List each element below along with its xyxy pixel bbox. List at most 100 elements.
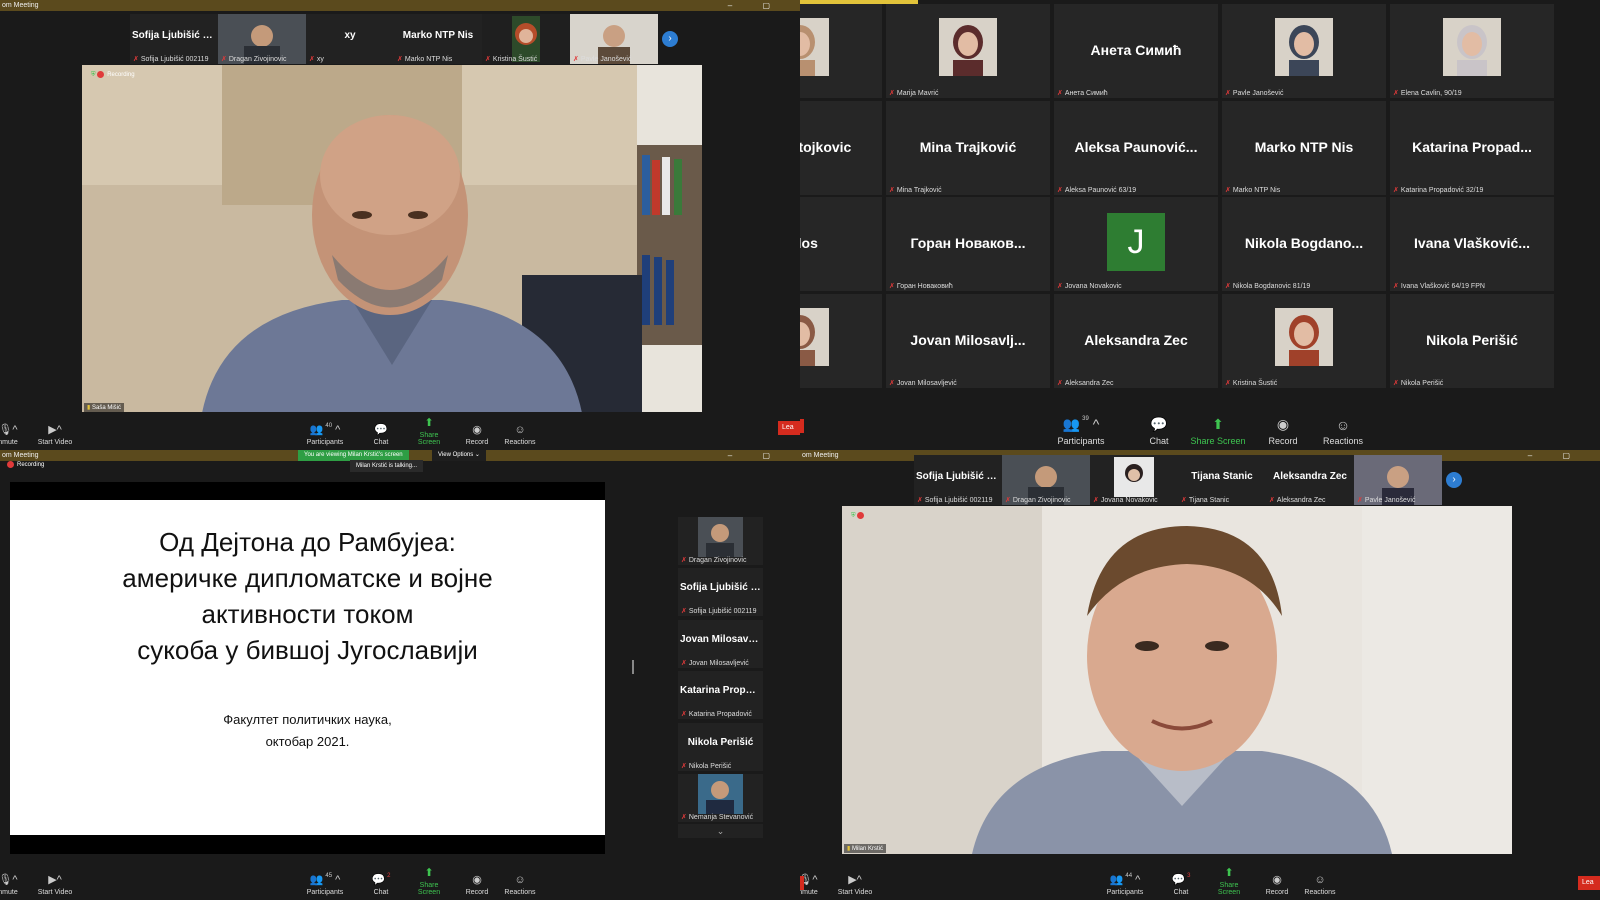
gallery-tile[interactable]: Milos✗s	[800, 197, 882, 291]
participant-name: Aleksandra Zec	[1273, 471, 1347, 482]
muted-mic-icon: ✗	[681, 814, 687, 821]
participant-video	[800, 307, 829, 366]
chevron-down-icon[interactable]: ⌄	[678, 824, 763, 838]
reactions-button[interactable]: ☺ Reactions	[1317, 417, 1369, 446]
side-participant-tile[interactable]: Jovan Milosavlj... ✗ Jovan Milosavljević	[678, 620, 763, 668]
participants-button[interactable]: 👥 39 ^ Participants	[1055, 416, 1107, 446]
leave-button[interactable]: Lea	[778, 421, 800, 435]
gallery-tile[interactable]: ✗ Pavle Janošević	[1222, 4, 1386, 98]
signal-bars-icon: ▮	[847, 846, 851, 852]
participant-tile[interactable]: ✗ Pavle Janošević	[570, 14, 658, 64]
side-participant-tile[interactable]: ✗ Nemanja Stevanović	[678, 774, 763, 822]
gallery-tile[interactable]: ✗a Dunjić	[800, 4, 882, 98]
participant-name: Nikola Bogdano...	[1244, 235, 1364, 251]
participants-button[interactable]: 👥 44 ^ Participants	[1105, 873, 1145, 896]
participant-tile[interactable]: Sofija Ljubišić 0... ✗ Sofija Ljubišić 002…	[914, 455, 1002, 505]
window-controls[interactable]: – ▢	[728, 0, 784, 11]
gallery-tile[interactable]: Mina Trajković ✗ Mina Trajković	[886, 100, 1050, 195]
gallery-tile[interactable]: Nikola Bogdano... ✗ Nikola Bogdanovic 81/1…	[1222, 197, 1386, 291]
participant-name: Aleksa Paunović...	[1074, 138, 1198, 155]
share-screen-button[interactable]: ⬆ Share Screen	[1209, 866, 1249, 896]
participant-tile[interactable]: ✗ Pavle Janošević	[1354, 455, 1442, 505]
muted-mic-icon: ✗	[917, 497, 923, 504]
reactions-button[interactable]: ☺ Reactions	[500, 424, 540, 446]
next-page-arrow-icon[interactable]: ›	[1446, 472, 1462, 488]
slide-title-line: америчке дипломатске и војне	[122, 563, 493, 593]
chat-button[interactable]: 💬 Chat	[1133, 416, 1185, 446]
participant-label: ✗ Dragan Zivojinovic	[681, 557, 747, 564]
share-screen-button[interactable]: ⬆ Share Screen	[1190, 416, 1246, 446]
gallery-tile[interactable]: Горан Новаков... ✗ Горан Новаковић	[886, 197, 1050, 291]
start-video-button[interactable]: ▶^ Start Video	[835, 873, 875, 896]
side-participant-tile[interactable]: Nikola Perišić ✗ Nikola Perišić	[678, 723, 763, 771]
participant-tile[interactable]: Tijana Stanic ✗ Tijana Stanic	[1178, 455, 1266, 505]
side-participant-tile[interactable]: Katarina Propad... ✗ Katarina Propadović	[678, 671, 763, 719]
participant-tile[interactable]: ✗ Jovana Novakovic	[1090, 455, 1178, 505]
gallery-tile[interactable]: ✗ Kristina Šustić	[1222, 293, 1386, 388]
share-screen-button[interactable]: ⬆ Share Screen	[409, 416, 449, 446]
participant-label: ✗ Marija Mavrić	[889, 90, 939, 97]
gallery-tile[interactable]: ✗ Marija Mavrić	[886, 4, 1050, 98]
gallery-tile[interactable]: Aleksa Paunović... ✗ Aleksa Paunović 63/19	[1054, 100, 1218, 195]
signal-bars-icon: ▮	[87, 405, 91, 411]
panel-resize-handle[interactable]	[632, 660, 634, 674]
participant-tile[interactable]: ✗ Kristina Šustić	[482, 14, 570, 64]
slide-top-bar	[10, 482, 605, 500]
participants-button[interactable]: 👥 45 ^ Participants	[305, 873, 345, 896]
gallery-tile[interactable]: Nikola Perišić ✗ Nikola Perišić	[1390, 293, 1554, 388]
muted-mic-icon: ✗	[309, 56, 315, 63]
leave-button[interactable]: Lea	[1578, 876, 1600, 890]
leave-button[interactable]: Lea	[800, 419, 804, 433]
gallery-tile[interactable]: ✗a Gajić	[800, 293, 882, 388]
participant-tile[interactable]: Sofija Ljubišić 0... ✗ Sofija Ljubišić 002…	[130, 14, 218, 64]
record-button[interactable]: ◉ Record	[457, 873, 497, 896]
participant-tile[interactable]: ✗ Dragan Zivojinovic	[218, 14, 306, 64]
participants-button[interactable]: 👥 40 ^ Participants	[305, 423, 345, 446]
participant-label: ✗ Kristina Šustić	[1225, 379, 1278, 387]
side-participant-tile[interactable]: ✗ Dragan Zivojinovic	[678, 517, 763, 565]
record-button[interactable]: ◉ Record	[1257, 873, 1297, 896]
chat-button[interactable]: 💬 3 Chat	[1161, 873, 1201, 896]
participant-tile[interactable]: ✗ Dragan Zivojinovic	[1002, 455, 1090, 505]
gallery-tile[interactable]: Marko NTP Nis ✗ Marko NTP Nis	[1222, 100, 1386, 195]
record-button[interactable]: ◉ Record	[1257, 416, 1309, 446]
gallery-tile[interactable]: Aleksandra Zec ✗ Aleksandra Zec	[1054, 293, 1218, 388]
gallery-tile[interactable]: Ivana Vlašković... ✗ Ivana Vlašković 64/19…	[1390, 197, 1554, 291]
muted-mic-icon: ✗	[1393, 379, 1399, 387]
participant-tile[interactable]: xy ✗ xy	[306, 14, 394, 64]
participants-icon: 👥 44 ^	[1109, 873, 1141, 886]
slide-title-line: активности током	[201, 599, 414, 629]
participant-label: ✗ Aleksandra Zec	[1057, 379, 1114, 387]
reactions-button[interactable]: ☺ Reactions	[500, 874, 540, 896]
gallery-tile[interactable]: Katarina Propad... ✗ Katarina Propadović 3…	[1390, 100, 1554, 195]
participant-tile[interactable]: Aleksandra Zec ✗ Aleksandra Zec	[1266, 455, 1354, 505]
chat-button[interactable]: 💬 Chat	[361, 423, 401, 446]
gallery-tile[interactable]: Lazar Stojkovic✗r Stojkovic	[800, 100, 882, 195]
view-options-button[interactable]: View Options ⌄	[432, 450, 486, 461]
gallery-tile[interactable]: ✗ Elena Cavlin, 90/19	[1390, 4, 1554, 98]
side-participant-tile[interactable]: Sofija Ljubišić 0... ✗ Sofija Ljubišić 002…	[678, 568, 763, 616]
recording-indicator: ⛨	[848, 511, 870, 521]
participant-label: ✗ Katarina Propadović	[681, 711, 752, 718]
start-video-button[interactable]: ▶^ Start Video	[35, 873, 75, 896]
leave-button[interactable]: Lea	[800, 876, 804, 890]
share-screen-button[interactable]: ⬆ Share Screen	[409, 866, 449, 896]
record-button[interactable]: ◉ Record	[457, 423, 497, 446]
window-controls[interactable]: – ▢	[728, 450, 784, 461]
chat-button[interactable]: 💬 2 Chat	[361, 873, 401, 896]
unmute-button[interactable]: 🎙^ nmute	[800, 873, 828, 896]
start-video-button[interactable]: ▶^ Start Video	[35, 423, 75, 446]
window-controls[interactable]: – ▢	[1528, 450, 1584, 461]
gallery-tile[interactable]: J ✗ Jovana Novakovic	[1054, 197, 1218, 291]
participant-label: ✗ Marko NTP Nis	[1225, 186, 1281, 194]
gallery-tile[interactable]: Анета Симић ✗ Анета Симић	[1054, 4, 1218, 98]
next-page-arrow-icon[interactable]: ›	[662, 31, 678, 47]
participant-label: ✗ Pavle Janošević	[1357, 497, 1416, 504]
gallery-tile[interactable]: Jovan Milosavlj... ✗ Jovan Milosavljević	[886, 293, 1050, 388]
reactions-button[interactable]: ☺ Reactions	[1300, 874, 1340, 896]
unmute-button[interactable]: 🎙^ nmute	[0, 873, 28, 896]
participant-name: Nikola Perišić	[687, 737, 754, 748]
participant-tile[interactable]: Marko NTP Nis ✗ Marko NTP Nis	[394, 14, 482, 64]
muted-mic-icon: 🎙^	[800, 874, 818, 886]
unmute-button[interactable]: 🎙^ nmute	[0, 423, 28, 446]
